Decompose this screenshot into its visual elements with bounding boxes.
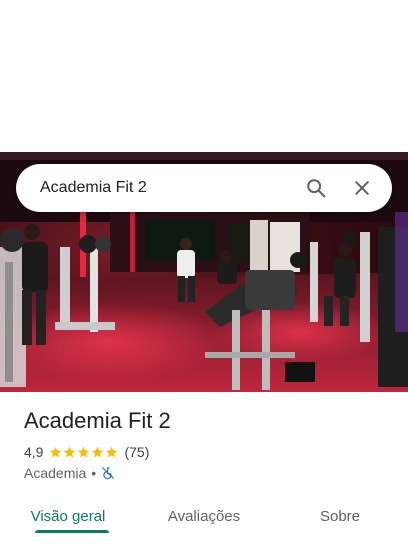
- close-button[interactable]: [342, 168, 382, 208]
- star-icon: [64, 446, 76, 457]
- search-input[interactable]: Academia Fit 2: [40, 179, 296, 197]
- close-icon: [355, 181, 369, 195]
- rating-row[interactable]: 4,9 (75): [24, 444, 149, 460]
- star-icon: [92, 446, 104, 457]
- star-icon: [78, 446, 90, 457]
- place-category: Academia: [24, 465, 87, 481]
- active-tab-indicator: [35, 530, 109, 533]
- search-bar[interactable]: Academia Fit 2: [16, 164, 392, 212]
- category-row: Academia •: [24, 465, 115, 481]
- tab-about[interactable]: Sobre: [272, 494, 408, 538]
- search-button[interactable]: [296, 168, 336, 208]
- rating-value: 4,9: [24, 444, 44, 460]
- review-count[interactable]: (75): [124, 444, 149, 460]
- separator-dot: •: [91, 465, 97, 481]
- star-icon: [50, 446, 62, 457]
- wheelchair-not-accessible-icon: [102, 467, 115, 480]
- place-title: Academia Fit 2: [24, 408, 171, 433]
- star-icon: [106, 446, 118, 457]
- star-rating: [49, 446, 118, 459]
- tab-reviews[interactable]: Avaliações: [136, 494, 272, 538]
- search-icon: [307, 179, 326, 198]
